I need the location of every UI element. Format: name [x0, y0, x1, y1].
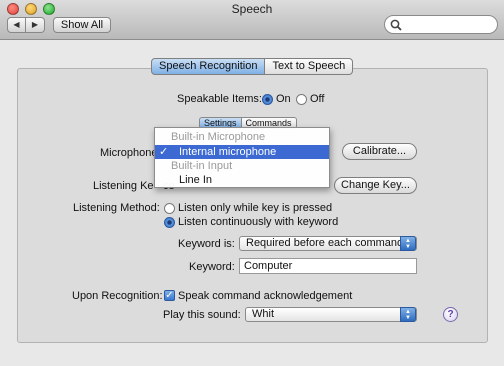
- updown-arrows-icon: ▲ ▼: [400, 307, 416, 322]
- keyword-is-label: Keyword is:: [178, 238, 235, 250]
- change-key-button[interactable]: Change Key...: [334, 177, 417, 194]
- menu-group-builtin-microphone: Built-in Microphone: [171, 131, 266, 143]
- keyword-requirement-popup[interactable]: Required before each command ▲ ▼: [239, 236, 417, 251]
- tab-speech-recognition[interactable]: Speech Recognition: [151, 58, 266, 75]
- upon-recognition-label: Upon Recognition:: [72, 290, 163, 302]
- listening-method-label: Listening Method:: [73, 202, 160, 214]
- main-tabs: Speech Recognition Text to Speech: [151, 58, 354, 75]
- back-button[interactable]: ◀: [7, 17, 26, 33]
- help-button[interactable]: ?: [443, 307, 458, 322]
- checkmark-icon: ✓: [159, 146, 169, 158]
- speakable-items-label: Speakable Items:: [177, 93, 262, 105]
- window-titlebar: Speech ◀ ▶ Show All: [0, 0, 504, 40]
- nav-buttons: ◀ ▶: [7, 17, 45, 33]
- menu-item-label: Internal microphone: [179, 146, 277, 158]
- speakable-on-label: On: [276, 93, 291, 105]
- keyword-requirement-value: Required before each command: [246, 237, 404, 249]
- search-field[interactable]: [384, 15, 498, 34]
- play-sound-label: Play this sound:: [163, 309, 241, 321]
- listen-continuously-radio[interactable]: [164, 217, 175, 228]
- listening-key-label: Listening Ke: [93, 180, 154, 192]
- updown-arrows-icon: ▲ ▼: [400, 236, 416, 251]
- window-title: Speech: [231, 2, 273, 16]
- sound-popup[interactable]: Whit ▲ ▼: [245, 307, 417, 322]
- menu-group-builtin-input: Built-in Input: [171, 160, 233, 172]
- listen-key-pressed-label: Listen only while key is pressed: [178, 202, 333, 214]
- speak-acknowledgement-label: Speak command acknowledgement: [178, 290, 353, 302]
- forward-button[interactable]: ▶: [26, 17, 45, 33]
- keyword-input[interactable]: Computer: [239, 258, 417, 274]
- listen-key-pressed-radio[interactable]: [164, 203, 175, 214]
- speakable-off-radio[interactable]: [296, 94, 307, 105]
- tab-text-to-speech[interactable]: Text to Speech: [265, 58, 354, 75]
- speakable-on-radio[interactable]: [262, 94, 273, 105]
- speak-acknowledgement-checkbox[interactable]: ✓: [164, 290, 175, 301]
- speakable-off-label: Off: [310, 93, 325, 105]
- microphone-label: Microphone: [100, 147, 158, 159]
- listen-continuously-label: Listen continuously with keyword: [178, 216, 339, 228]
- sound-popup-value: Whit: [252, 308, 274, 320]
- keyword-label: Keyword:: [189, 261, 235, 273]
- search-icon: [390, 19, 402, 31]
- microphone-dropdown-menu: Built-in Microphone ✓ Internal microphon…: [154, 127, 330, 188]
- calibrate-button[interactable]: Calibrate...: [342, 143, 417, 160]
- menu-item-line-in[interactable]: Line In: [155, 173, 329, 187]
- menu-item-internal-microphone[interactable]: ✓ Internal microphone: [155, 145, 329, 159]
- show-all-button[interactable]: Show All: [53, 17, 111, 33]
